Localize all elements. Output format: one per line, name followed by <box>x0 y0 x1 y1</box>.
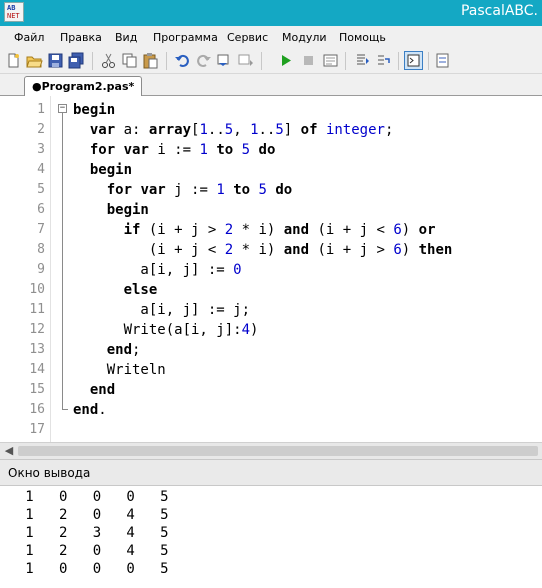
output-line: 1 2 3 4 5 <box>0 525 169 541</box>
line-number: 17 <box>29 422 45 437</box>
app-icon-top-text: AB <box>7 4 16 12</box>
fold-guide <box>62 113 63 410</box>
copy-icon[interactable] <box>121 52 138 69</box>
save-icon[interactable] <box>47 52 64 69</box>
code-line: for var i := 1 to 5 do <box>89 142 276 158</box>
output-line: 1 0 0 0 5 <box>0 561 169 577</box>
stop-icon[interactable] <box>300 52 317 69</box>
menu-modules[interactable]: Модули <box>282 31 327 44</box>
output-line: 1 0 0 0 5 <box>0 489 169 505</box>
fold-guide-end <box>62 409 68 410</box>
output-panel-header: Окно вывода <box>0 459 542 486</box>
code-line: end; <box>106 342 141 358</box>
new-file-icon[interactable] <box>5 52 22 69</box>
code-line: for var j := 1 to 5 do <box>106 182 293 198</box>
line-number: 11 <box>29 302 45 317</box>
code-line: (i + j < 2 * i) and (i + j > 6) then <box>73 242 453 258</box>
code-line: var a: array[1..5, 1..5] of integer; <box>89 122 394 138</box>
toolbar-separator <box>428 52 429 70</box>
line-number: 9 <box>37 262 45 277</box>
line-number: 13 <box>29 342 45 357</box>
line-number-gutter: 1 2 3 4 5 6 7 8 9 10 11 12 13 14 15 16 1… <box>0 96 51 442</box>
line-number: 12 <box>29 322 45 337</box>
window-title: PascalABC. <box>460 3 538 19</box>
step-over-icon[interactable] <box>354 52 371 69</box>
save-all-icon[interactable] <box>68 52 85 69</box>
menu-bar: Файл Правка Вид Программа Сервис Модули … <box>0 26 542 48</box>
line-number: 4 <box>37 162 45 177</box>
line-number: 2 <box>37 122 45 137</box>
menu-help[interactable]: Помощь <box>339 31 386 44</box>
app-icon: AB NET <box>4 2 24 22</box>
line-number: 3 <box>37 142 45 157</box>
redo-icon[interactable] <box>195 52 212 69</box>
code-editor[interactable]: 1 2 3 4 5 6 7 8 9 10 11 12 13 14 15 16 1… <box>0 96 542 442</box>
code-line: end <box>89 382 116 398</box>
cut-icon[interactable] <box>100 52 117 69</box>
line-number: 1 <box>37 102 45 117</box>
toolbar-separator <box>261 52 262 70</box>
line-number: 14 <box>29 362 45 377</box>
output-window[interactable]: 1 0 0 0 5 1 2 0 4 5 1 2 3 4 5 1 2 0 4 5 … <box>0 486 542 588</box>
line-number: 7 <box>37 222 45 237</box>
toolbar <box>0 48 542 74</box>
line-number: 6 <box>37 202 45 217</box>
tab-program2[interactable]: ●Program2.pas* <box>24 76 143 97</box>
code-line: Write(a[i, j]:4) <box>73 322 259 338</box>
output-line: 1 2 0 4 5 <box>0 507 169 523</box>
code-line: else <box>123 282 158 298</box>
toolbar-separator <box>345 52 346 70</box>
code-line: a[i, j] := j; <box>73 302 251 318</box>
menu-view[interactable]: Вид <box>115 31 137 44</box>
scroll-left-icon[interactable]: ◀ <box>2 444 16 458</box>
line-number: 10 <box>29 282 45 297</box>
line-number: 5 <box>37 182 45 197</box>
app-icon-bottom-text: NET <box>7 12 20 20</box>
code-line: begin <box>73 102 116 118</box>
toolbar-separator <box>166 52 167 70</box>
fold-toggle-icon[interactable]: − <box>58 104 67 113</box>
menu-file[interactable]: Файл <box>14 31 44 44</box>
output-line: 1 2 0 4 5 <box>0 543 169 559</box>
code-line: if (i + j > 2 * i) and (i + j < 6) or <box>123 222 436 238</box>
form-designer-icon[interactable] <box>434 52 451 69</box>
toolbar-separator <box>398 52 399 70</box>
code-line: Writeln <box>73 362 166 378</box>
code-line: a[i, j] := 0 <box>73 262 242 278</box>
undo-icon[interactable] <box>174 52 191 69</box>
open-folder-icon[interactable] <box>26 52 43 69</box>
line-number: 15 <box>29 382 45 397</box>
line-number: 8 <box>37 242 45 257</box>
paste-icon[interactable] <box>142 52 159 69</box>
title-bar: AB NET PascalABC. <box>0 0 542 26</box>
menu-edit[interactable]: Правка <box>60 31 102 44</box>
code-line: begin <box>89 162 133 178</box>
line-number: 16 <box>29 402 45 417</box>
step-into-icon[interactable] <box>375 52 392 69</box>
unindent-icon[interactable] <box>237 52 254 69</box>
output-window-icon[interactable] <box>404 51 423 70</box>
editor-horizontal-scrollbar[interactable]: ◀ <box>0 442 542 459</box>
toolbar-separator <box>92 52 93 70</box>
menu-service[interactable]: Сервис <box>227 31 268 44</box>
scrollbar-thumb[interactable] <box>18 446 538 456</box>
code-line: begin <box>106 202 149 218</box>
menu-program[interactable]: Программа <box>153 31 218 44</box>
compile-icon[interactable] <box>322 52 339 69</box>
output-panel-title: Окно вывода <box>8 466 91 480</box>
run-icon[interactable] <box>277 52 294 69</box>
code-line: end. <box>73 402 107 418</box>
indent-icon[interactable] <box>216 52 233 69</box>
document-tab-strip: ●Program2.pas* <box>0 74 542 97</box>
